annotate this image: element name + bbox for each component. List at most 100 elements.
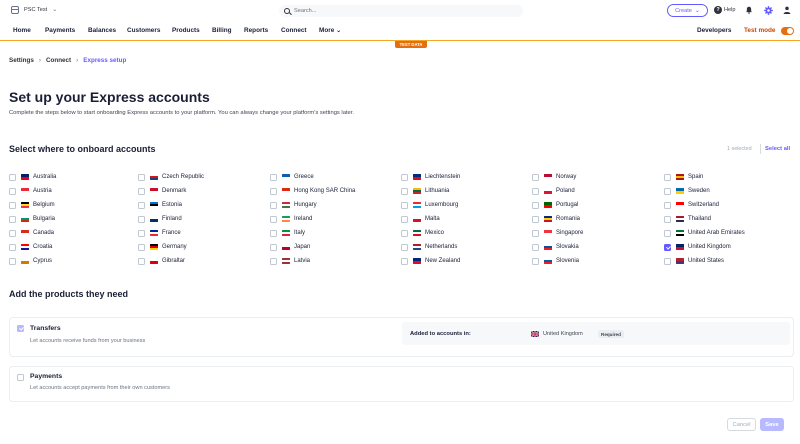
country-checkbox[interactable] bbox=[532, 257, 539, 265]
transfers-checkbox[interactable] bbox=[17, 325, 24, 332]
test-mode-toggle[interactable] bbox=[781, 27, 794, 35]
country-checkbox[interactable] bbox=[401, 173, 408, 181]
country-option-latvia[interactable]: Latvia bbox=[270, 256, 310, 266]
country-option-gibraltar[interactable]: Gibraltar bbox=[138, 256, 185, 266]
country-option-italy[interactable]: Italy bbox=[270, 228, 305, 238]
country-option-cyprus[interactable]: Cyprus bbox=[9, 256, 52, 266]
country-option-romania[interactable]: Romania bbox=[532, 214, 580, 224]
country-option-hungary[interactable]: Hungary bbox=[270, 200, 317, 210]
country-option-estonia[interactable]: Estonia bbox=[138, 200, 182, 210]
country-checkbox[interactable] bbox=[9, 215, 16, 223]
country-checkbox[interactable] bbox=[532, 243, 539, 251]
bell-icon[interactable] bbox=[745, 6, 753, 14]
nav-item-products[interactable]: Products bbox=[172, 27, 200, 34]
country-checkbox[interactable] bbox=[664, 173, 671, 181]
country-checkbox[interactable] bbox=[401, 187, 408, 195]
country-option-finland[interactable]: Finland bbox=[138, 214, 182, 224]
nav-item-balances[interactable]: Balances bbox=[88, 27, 116, 34]
country-checkbox[interactable] bbox=[270, 173, 277, 181]
country-option-slovenia[interactable]: Slovenia bbox=[532, 256, 579, 266]
user-icon[interactable] bbox=[783, 6, 791, 14]
country-checkbox[interactable] bbox=[532, 229, 539, 237]
select-all-link[interactable]: Select all bbox=[765, 146, 790, 152]
country-option-sweden[interactable]: Sweden bbox=[664, 186, 710, 196]
nav-item-connect[interactable]: Connect bbox=[281, 27, 307, 34]
search-input[interactable]: Search... bbox=[279, 5, 523, 17]
country-checkbox[interactable] bbox=[532, 187, 539, 195]
country-checkbox[interactable] bbox=[138, 243, 145, 251]
country-checkbox[interactable] bbox=[401, 257, 408, 265]
country-checkbox[interactable] bbox=[664, 257, 671, 265]
country-option-denmark[interactable]: Denmark bbox=[138, 186, 186, 196]
country-option-canada[interactable]: Canada bbox=[9, 228, 54, 238]
country-checkbox[interactable] bbox=[532, 215, 539, 223]
country-checkbox[interactable] bbox=[401, 243, 408, 251]
country-checkbox[interactable] bbox=[9, 243, 16, 251]
country-option-poland[interactable]: Poland bbox=[532, 186, 575, 196]
country-checkbox[interactable] bbox=[9, 187, 16, 195]
country-checkbox[interactable] bbox=[138, 229, 145, 237]
country-option-germany[interactable]: Germany bbox=[138, 242, 187, 252]
account-switcher[interactable]: PSC Test ⌄ bbox=[11, 6, 57, 14]
country-option-japan[interactable]: Japan bbox=[270, 242, 310, 252]
country-option-united-states[interactable]: United States bbox=[664, 256, 724, 266]
country-checkbox[interactable] bbox=[270, 243, 277, 251]
payments-checkbox[interactable] bbox=[17, 374, 24, 381]
nav-item-customers[interactable]: Customers bbox=[127, 27, 160, 34]
country-checkbox[interactable] bbox=[9, 201, 16, 209]
country-option-malta[interactable]: Malta bbox=[401, 214, 440, 224]
country-checkbox[interactable] bbox=[138, 187, 145, 195]
country-option-singapore[interactable]: Singapore bbox=[532, 228, 583, 238]
country-option-spain[interactable]: Spain bbox=[664, 172, 703, 182]
country-option-united-arab-emirates[interactable]: United Arab Emirates bbox=[664, 228, 745, 238]
country-checkbox[interactable] bbox=[664, 215, 671, 223]
country-checkbox[interactable] bbox=[664, 187, 671, 195]
country-checkbox[interactable] bbox=[138, 173, 145, 181]
country-checkbox[interactable] bbox=[270, 215, 277, 223]
country-option-france[interactable]: France bbox=[138, 228, 181, 238]
breadcrumb-settings[interactable]: Settings bbox=[9, 57, 34, 64]
country-option-netherlands[interactable]: Netherlands bbox=[401, 242, 457, 252]
country-option-norway[interactable]: Norway bbox=[532, 172, 576, 182]
country-option-new-zealand[interactable]: New Zealand bbox=[401, 256, 460, 266]
country-option-czech-republic[interactable]: Czech Republic bbox=[138, 172, 204, 182]
country-checkbox[interactable] bbox=[664, 229, 671, 237]
country-option-austria[interactable]: Austria bbox=[9, 186, 52, 196]
country-option-thailand[interactable]: Thailand bbox=[664, 214, 711, 224]
country-checkbox[interactable] bbox=[532, 201, 539, 209]
country-option-slovakia[interactable]: Slovakia bbox=[532, 242, 579, 252]
country-option-greece[interactable]: Greece bbox=[270, 172, 314, 182]
country-checkbox[interactable] bbox=[401, 215, 408, 223]
country-option-croatia[interactable]: Croatia bbox=[9, 242, 52, 252]
country-checkbox[interactable] bbox=[664, 201, 671, 209]
country-option-united-kingdom[interactable]: United Kingdom bbox=[664, 242, 731, 252]
country-option-portugal[interactable]: Portugal bbox=[532, 200, 578, 210]
country-checkbox[interactable] bbox=[664, 243, 671, 251]
country-option-australia[interactable]: Australia bbox=[9, 172, 56, 182]
country-option-belgium[interactable]: Belgium bbox=[9, 200, 55, 210]
save-button[interactable]: Save bbox=[760, 418, 784, 431]
country-option-switzerland[interactable]: Switzerland bbox=[664, 200, 719, 210]
country-checkbox[interactable] bbox=[138, 257, 145, 265]
help-button[interactable]: ? Help bbox=[714, 6, 736, 14]
nav-item-home[interactable]: Home bbox=[13, 27, 31, 34]
cancel-button[interactable]: Cancel bbox=[727, 418, 756, 431]
country-checkbox[interactable] bbox=[138, 215, 145, 223]
country-checkbox[interactable] bbox=[9, 257, 16, 265]
country-checkbox[interactable] bbox=[401, 201, 408, 209]
country-checkbox[interactable] bbox=[270, 201, 277, 209]
developers-link[interactable]: Developers bbox=[697, 27, 731, 34]
gear-icon[interactable] bbox=[764, 6, 773, 15]
country-checkbox[interactable] bbox=[9, 173, 16, 181]
create-button[interactable]: Create ⌄ bbox=[667, 4, 708, 17]
country-checkbox[interactable] bbox=[138, 201, 145, 209]
country-checkbox[interactable] bbox=[270, 187, 277, 195]
country-option-mexico[interactable]: Mexico bbox=[401, 228, 444, 238]
nav-item-reports[interactable]: Reports bbox=[244, 27, 268, 34]
country-option-bulgaria[interactable]: Bulgaria bbox=[9, 214, 55, 224]
country-option-ireland[interactable]: Ireland bbox=[270, 214, 312, 224]
country-option-hong-kong-sar-china[interactable]: Hong Kong SAR China bbox=[270, 186, 355, 196]
nav-item-payments[interactable]: Payments bbox=[45, 27, 75, 34]
country-checkbox[interactable] bbox=[532, 173, 539, 181]
breadcrumb-connect[interactable]: Connect bbox=[46, 57, 71, 64]
